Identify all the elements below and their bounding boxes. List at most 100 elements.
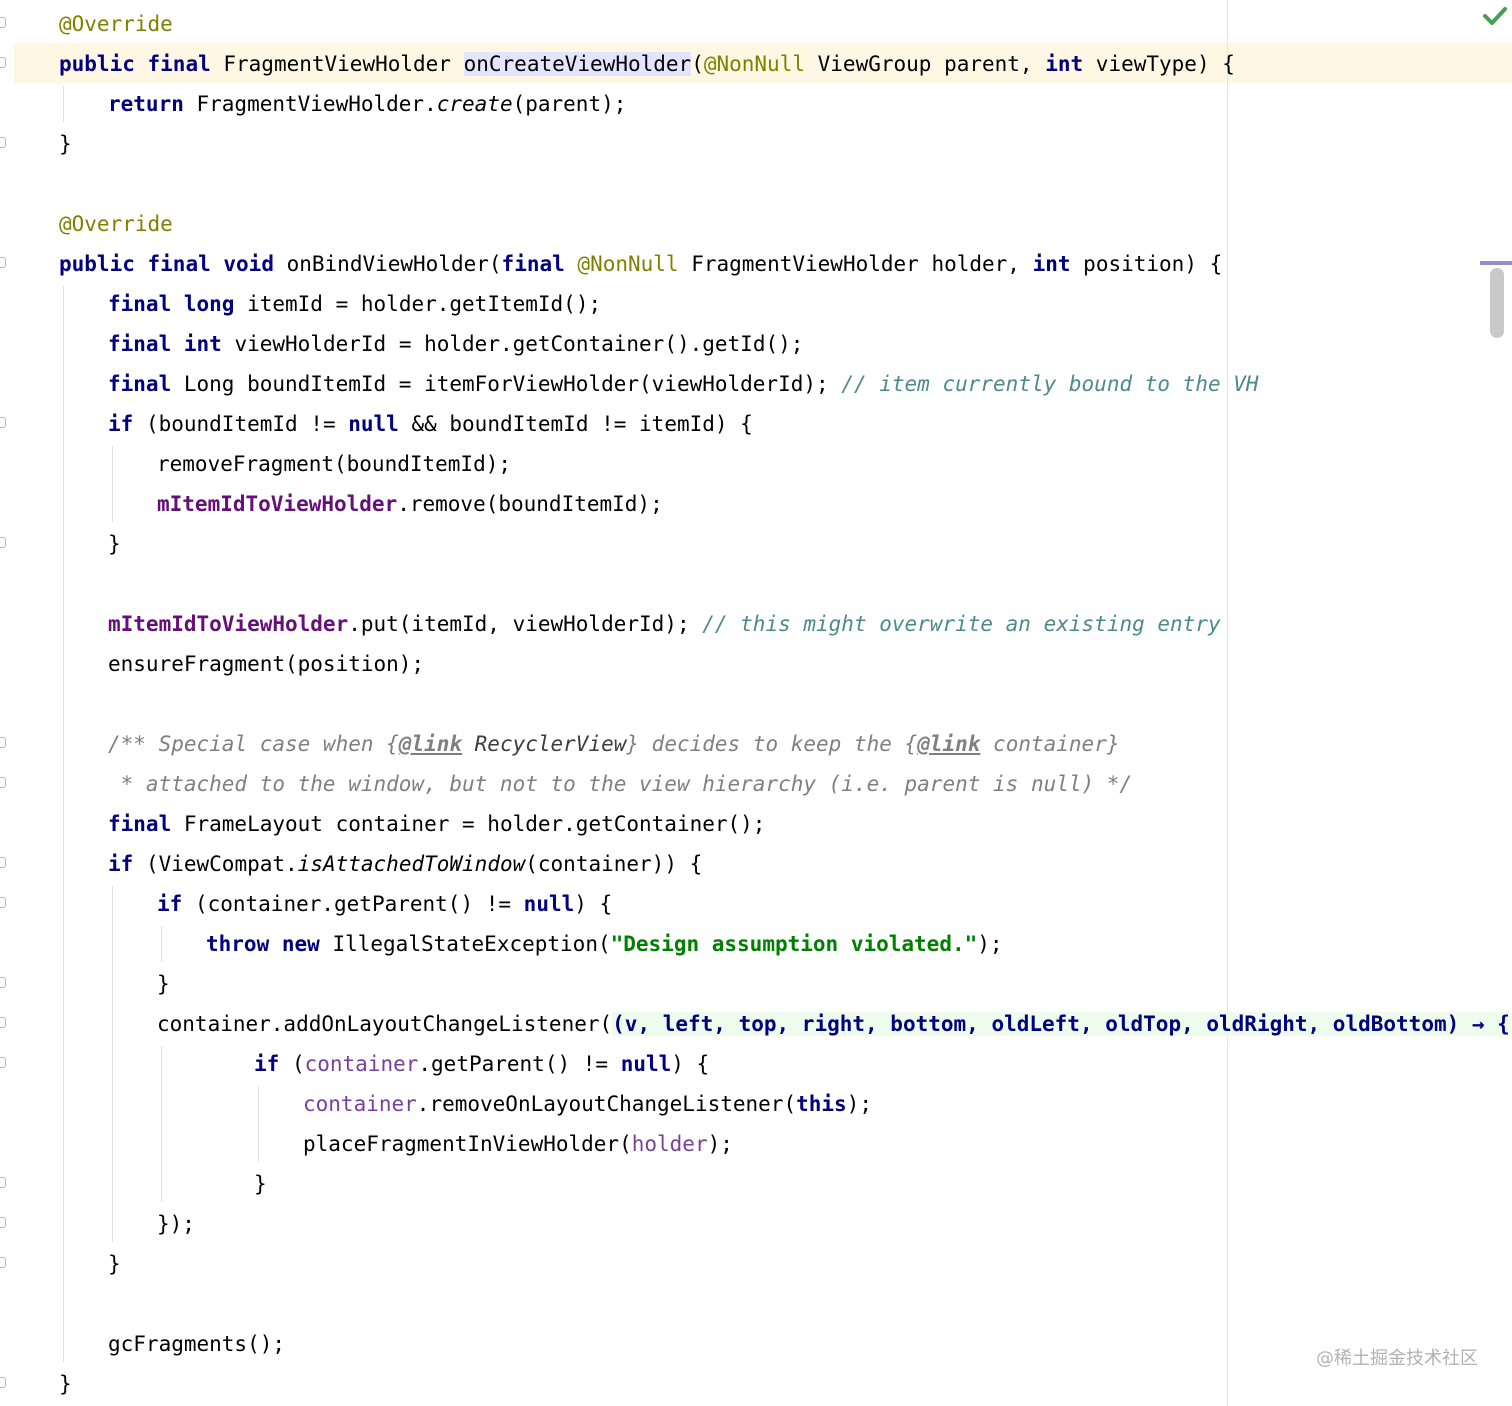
code-line[interactable]: final int viewHolderId = holder.getConta… [108, 324, 803, 364]
code-text: ) { [671, 1052, 710, 1076]
code-line[interactable]: } [108, 1244, 121, 1284]
method-name-highlighted: onCreateViewHolder [463, 52, 692, 76]
check-icon[interactable] [1482, 6, 1508, 26]
javadoc-reference: RecyclerView [462, 732, 627, 756]
captured-variable: container [303, 1092, 417, 1116]
keyword: throw [206, 932, 270, 956]
code-line[interactable]: if (ViewCompat.isAttachedToWindow(contai… [108, 844, 702, 884]
fold-marker-icon[interactable] [0, 17, 6, 28]
code-line[interactable]: mItemIdToViewHolder.put(itemId, viewHold… [108, 604, 1221, 644]
gutter[interactable] [0, 0, 14, 1406]
indent-guide [258, 1086, 259, 1162]
code-line[interactable]: public final FragmentViewHolder onCreate… [59, 44, 1235, 84]
static-method-call: isAttachedToWindow [297, 852, 526, 876]
annotation: @Override [59, 12, 173, 36]
code-line[interactable]: container.removeOnLayoutChangeListener(t… [303, 1084, 872, 1124]
code-line[interactable]: } [157, 964, 170, 1004]
code-text: onBindViewHolder( [273, 252, 502, 276]
code-line[interactable]: throw new IllegalStateException("Design … [206, 924, 1003, 964]
line-comment: // item currently bound to the VH [841, 372, 1259, 396]
code-text: (boundItemId != [133, 412, 349, 436]
code-text: .put(itemId, viewHolderId); [348, 612, 703, 636]
code-line[interactable]: /** Special case when {@link RecyclerVie… [108, 724, 1119, 764]
fold-marker-icon[interactable] [0, 137, 6, 148]
code-line[interactable]: placeFragmentInViewHolder(holder); [303, 1124, 733, 1164]
code-text: viewType) { [1083, 52, 1235, 76]
fold-marker-icon[interactable] [0, 1217, 6, 1228]
keyword: if [157, 892, 183, 916]
code-line[interactable]: @Override [59, 204, 173, 244]
doc-comment: container} [980, 732, 1120, 756]
code-line[interactable]: public final void onBindViewHolder(final… [59, 244, 1222, 284]
code-editor[interactable]: @Override public final FragmentViewHolde… [0, 0, 1512, 1406]
keyword: void [223, 252, 274, 276]
code-line[interactable]: ensureFragment(position); [108, 644, 424, 684]
code-line[interactable]: removeFragment(boundItemId); [157, 444, 511, 484]
keyword: long [183, 292, 235, 316]
keyword: int [183, 332, 222, 356]
code-line[interactable]: }); [157, 1204, 195, 1244]
fold-marker-icon[interactable] [0, 1057, 6, 1068]
code-line[interactable]: final FrameLayout container = holder.get… [108, 804, 765, 844]
line-comment: // this might overwrite an existing entr… [702, 612, 1221, 636]
code-text: } [108, 1252, 121, 1276]
fold-marker-icon[interactable] [0, 537, 6, 548]
lambda-parameters[interactable]: (v, left, top, right, bottom, oldLeft, o… [612, 1012, 1510, 1036]
fold-marker-icon[interactable] [0, 857, 6, 868]
code-line[interactable]: } [108, 524, 121, 564]
indent-guide [63, 86, 64, 122]
code-line[interactable]: return FragmentViewHolder.create(parent)… [108, 84, 626, 124]
code-text: position) { [1070, 252, 1223, 276]
fold-marker-icon[interactable] [0, 1017, 6, 1028]
fold-marker-icon[interactable] [0, 977, 6, 988]
code-text: .removeOnLayoutChangeListener( [416, 1092, 797, 1116]
scrollbar-thumb[interactable] [1490, 268, 1504, 338]
fold-marker-icon[interactable] [0, 1177, 6, 1188]
code-line[interactable]: final Long boundItemId = itemForViewHold… [108, 364, 1259, 404]
indent-guide [63, 286, 64, 1362]
fold-marker-icon[interactable] [0, 57, 6, 68]
error-stripe-marker[interactable] [1480, 261, 1512, 265]
right-margin-guide [1227, 0, 1228, 1406]
code-text: .remove(boundItemId); [397, 492, 663, 516]
code-text: } [59, 1372, 72, 1396]
indent-guide [112, 446, 113, 522]
code-line[interactable]: @Override [59, 4, 173, 44]
code-text: } [108, 532, 121, 556]
code-line[interactable]: gcFragments(); [108, 1324, 285, 1364]
fold-marker-icon[interactable] [0, 897, 6, 908]
code-line[interactable]: if (boundItemId != null && boundItemId !… [108, 404, 753, 444]
doc-comment: /** Special case when { [108, 732, 399, 756]
code-text: FragmentViewHolder holder, [678, 252, 1033, 276]
lambda-parameter-list: (v, left, top, right, bottom, oldLeft, o… [612, 1012, 1510, 1036]
code-line[interactable]: if (container.getParent() != null) { [157, 884, 612, 924]
code-line[interactable]: } [59, 1364, 72, 1404]
javadoc-tag: @link [398, 732, 463, 756]
code-line[interactable]: container.addOnLayoutChangeListener((v, … [157, 1004, 1510, 1044]
code-text: ViewGroup parent, [805, 52, 1046, 76]
code-line[interactable]: if (container.getParent() != null) { [254, 1044, 709, 1084]
fold-marker-icon[interactable] [0, 737, 6, 748]
keyword: final [147, 52, 211, 76]
code-text: } [254, 1172, 267, 1196]
code-text: FragmentViewHolder [210, 52, 464, 76]
keyword: null [523, 892, 575, 916]
code-text: ); [977, 932, 1003, 956]
code-line[interactable]: } [254, 1164, 267, 1204]
fold-marker-icon[interactable] [0, 777, 6, 788]
code-line[interactable]: * attached to the window, but not to the… [108, 764, 1132, 804]
fold-marker-icon[interactable] [0, 257, 6, 268]
indent-guide [161, 1046, 162, 1202]
code-line[interactable]: final long itemId = holder.getItemId(); [108, 284, 601, 324]
code-line[interactable]: mItemIdToViewHolder.remove(boundItemId); [157, 484, 663, 524]
fold-marker-icon[interactable] [0, 1257, 6, 1268]
code-line[interactable]: } [59, 124, 72, 164]
fold-marker-icon[interactable] [0, 1377, 6, 1388]
fold-marker-icon[interactable] [0, 417, 6, 428]
keyword: if [254, 1052, 280, 1076]
code-text: IllegalStateException( [319, 932, 611, 956]
annotation: @Override [59, 212, 173, 236]
code-text: (container)) { [525, 852, 703, 876]
code-text: ); [846, 1092, 872, 1116]
code-text: ( [691, 52, 704, 76]
